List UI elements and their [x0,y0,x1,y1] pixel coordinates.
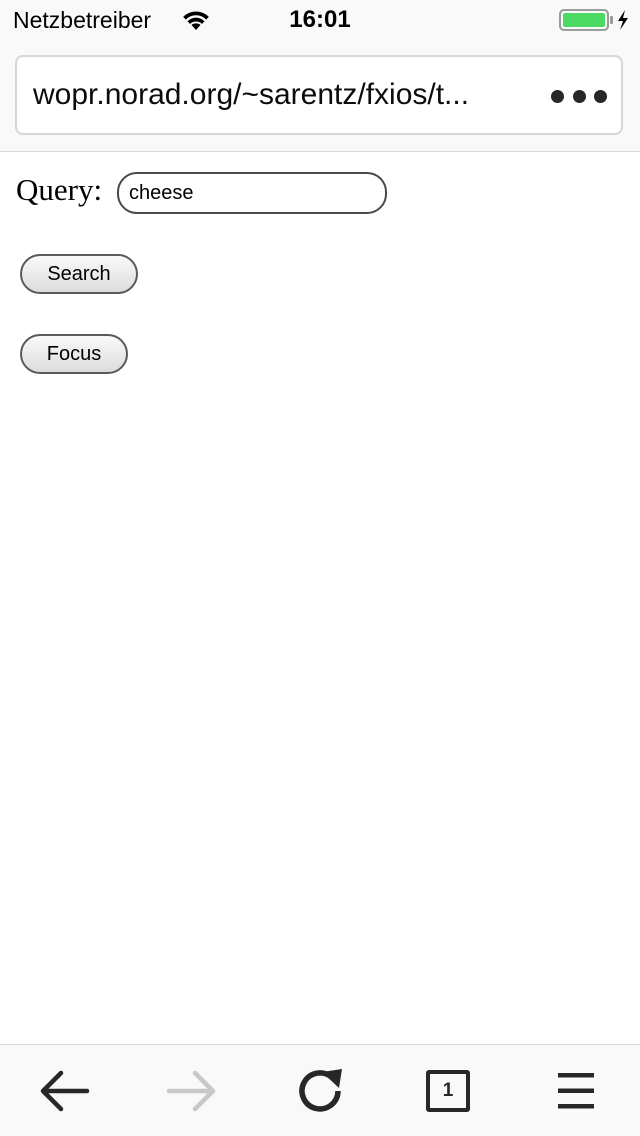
url-field[interactable]: wopr.norad.org/~sarentz/fxios/t... [15,55,623,135]
menu-icon [558,1073,594,1109]
forward-button[interactable] [164,1065,220,1117]
query-input[interactable] [117,172,387,214]
dot [594,89,607,103]
status-bar: Netzbetreiber 16:01 [0,0,640,40]
tabs-button[interactable]: 1 [420,1065,476,1117]
menu-button[interactable] [548,1065,604,1117]
dot [551,89,564,103]
status-time: 16:01 [289,6,351,33]
bottom-toolbar: 1 [0,1044,640,1136]
web-content: Query: Search Focus [0,152,640,1044]
reload-icon [299,1069,342,1112]
query-label: Query: [16,172,103,207]
url-bar: wopr.norad.org/~sarentz/fxios/t... [0,40,640,152]
reload-button[interactable] [292,1065,348,1117]
focus-button[interactable]: Focus [20,334,128,374]
dot [572,89,586,103]
back-button[interactable] [36,1065,92,1117]
url-text[interactable]: wopr.norad.org/~sarentz/fxios/t... [33,78,533,112]
search-button[interactable]: Search [20,254,138,294]
charging-bolt-icon [618,10,628,30]
tabs-icon: 1 [426,1070,470,1112]
back-arrow-icon [40,1070,90,1112]
browser-screen: Netzbetreiber 16:01 wopr.norad.org/~sare… [0,0,640,1136]
battery-icon [559,9,628,31]
more-dots-icon[interactable] [551,84,607,108]
forward-arrow-icon [166,1070,216,1112]
